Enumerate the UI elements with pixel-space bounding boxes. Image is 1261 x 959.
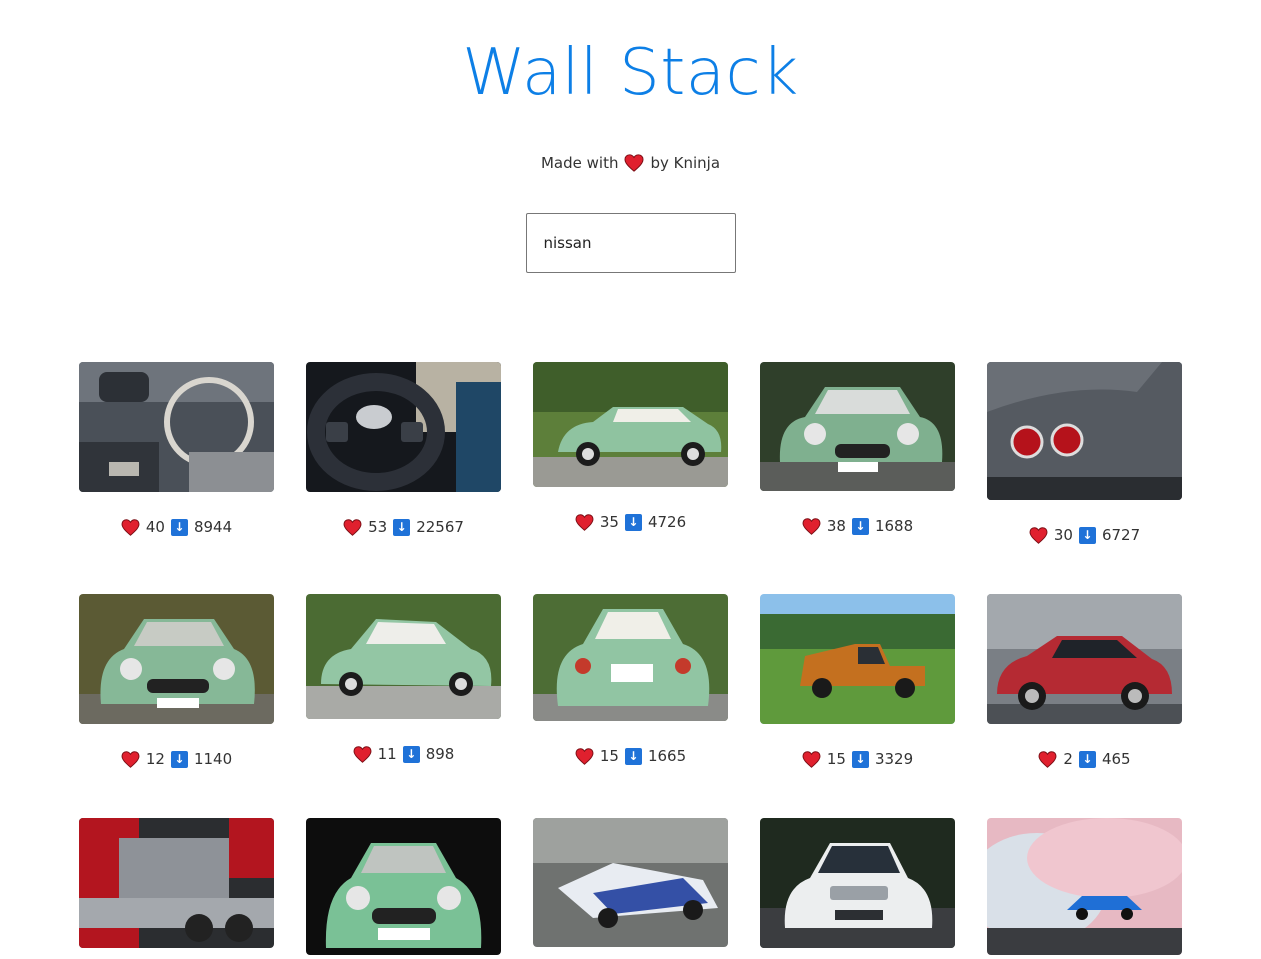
wallpaper-card[interactable] [987, 818, 1182, 955]
burnout-smoke-icon[interactable] [987, 818, 1182, 955]
heart-icon[interactable] [343, 518, 362, 536]
wallpaper-card[interactable]: 15 ↓ 3329 [760, 594, 955, 768]
orange-pickup-icon[interactable] [760, 594, 955, 724]
wallpaper-card[interactable]: 15 ↓ 1665 [533, 594, 728, 768]
download-icon[interactable]: ↓ [170, 518, 188, 536]
drift-car-icon[interactable] [533, 818, 728, 947]
wallpaper-card[interactable] [760, 818, 955, 955]
green-figaro-rear-icon[interactable] [306, 594, 501, 719]
author-text: by Kninja [650, 154, 721, 172]
download-icon[interactable]: ↓ [624, 747, 642, 765]
download-count: 4726 [647, 513, 687, 531]
heart-icon[interactable] [575, 747, 594, 765]
heart-icon[interactable] [575, 513, 594, 531]
card-stats: 11 ↓ 898 [353, 745, 455, 763]
card-stats: 30 ↓ 6727 [1029, 526, 1140, 544]
heart-icon[interactable] [802, 517, 821, 535]
search-input[interactable] [525, 213, 736, 273]
like-count: 2 [1063, 750, 1073, 768]
card-stats: 38 ↓ 1688 [802, 517, 913, 535]
green-figaro-front-icon[interactable] [760, 362, 955, 491]
download-count: 6727 [1101, 526, 1141, 544]
download-count: 8944 [193, 518, 233, 536]
like-count: 53 [368, 518, 388, 536]
card-stats: 53 ↓ 22567 [343, 518, 464, 536]
wallpaper-card[interactable]: 38 ↓ 1688 [760, 362, 955, 544]
green-figaro-front-icon[interactable] [306, 818, 501, 955]
download-icon[interactable]: ↓ [170, 750, 188, 768]
download-icon[interactable]: ↓ [1078, 526, 1096, 544]
heart-icon[interactable] [121, 518, 140, 536]
download-count: 1140 [193, 750, 233, 768]
wallpaper-card[interactable]: 53 ↓ 22567 [306, 362, 501, 544]
heart-icon[interactable] [1038, 750, 1057, 768]
download-icon[interactable]: ↓ [851, 517, 869, 535]
dashboard-interior-icon[interactable] [79, 362, 274, 492]
wallpaper-card[interactable] [306, 818, 501, 955]
red-juke-icon[interactable] [987, 594, 1182, 724]
download-icon[interactable]: ↓ [1078, 750, 1096, 768]
wallpaper-card[interactable]: 2 ↓ 465 [987, 594, 1182, 768]
download-icon[interactable]: ↓ [393, 518, 411, 536]
heart-icon [624, 154, 644, 172]
card-stats: 12 ↓ 1140 [121, 750, 232, 768]
download-icon[interactable]: ↓ [851, 750, 869, 768]
like-count: 38 [826, 517, 846, 535]
green-figaro-front-icon[interactable] [79, 594, 274, 724]
like-count: 15 [599, 747, 619, 765]
steering-wheel-icon[interactable] [306, 362, 501, 492]
like-count: 30 [1053, 526, 1073, 544]
gtr-taillights-icon[interactable] [987, 362, 1182, 500]
like-count: 15 [826, 750, 846, 768]
heart-icon[interactable] [121, 750, 140, 768]
card-stats: 40 ↓ 8944 [121, 518, 232, 536]
green-figaro-rear-icon[interactable] [533, 594, 728, 721]
card-stats: 35 ↓ 4726 [575, 513, 686, 531]
like-count: 11 [377, 745, 397, 763]
tagline: Made with by Kninja [0, 154, 1261, 172]
engine-bay-icon[interactable] [79, 818, 274, 948]
heart-icon[interactable] [1029, 526, 1048, 544]
wallpaper-card[interactable]: 11 ↓ 898 [306, 594, 501, 768]
card-stats: 2 ↓ 465 [1038, 750, 1131, 768]
download-icon[interactable]: ↓ [624, 513, 642, 531]
wallpaper-grid: 40 ↓ 8944 53 ↓ 22567 35 ↓ 4726 38 ↓ 1688… [79, 362, 1182, 955]
wallpaper-card[interactable]: 30 ↓ 6727 [987, 362, 1182, 544]
wallpaper-card[interactable]: 12 ↓ 1140 [79, 594, 274, 768]
like-count: 40 [145, 518, 165, 536]
download-count: 3329 [874, 750, 914, 768]
download-count: 1665 [647, 747, 687, 765]
wallpaper-card[interactable] [533, 818, 728, 955]
white-altima-icon[interactable] [760, 818, 955, 948]
like-count: 12 [145, 750, 165, 768]
wallpaper-card[interactable]: 35 ↓ 4726 [533, 362, 728, 544]
download-count: 1688 [874, 517, 914, 535]
download-count: 898 [425, 745, 455, 763]
download-count: 22567 [416, 518, 464, 536]
heart-icon[interactable] [802, 750, 821, 768]
card-stats: 15 ↓ 3329 [802, 750, 913, 768]
green-figaro-icon[interactable] [533, 362, 728, 487]
made-with-text: Made with [540, 154, 619, 172]
wallpaper-card[interactable] [79, 818, 274, 955]
download-count: 465 [1101, 750, 1131, 768]
download-icon[interactable]: ↓ [402, 745, 420, 763]
like-count: 35 [599, 513, 619, 531]
wallpaper-card[interactable]: 40 ↓ 8944 [79, 362, 274, 544]
card-stats: 15 ↓ 1665 [575, 747, 686, 765]
heart-icon[interactable] [353, 745, 372, 763]
page-title: Wall Stack [462, 36, 799, 110]
